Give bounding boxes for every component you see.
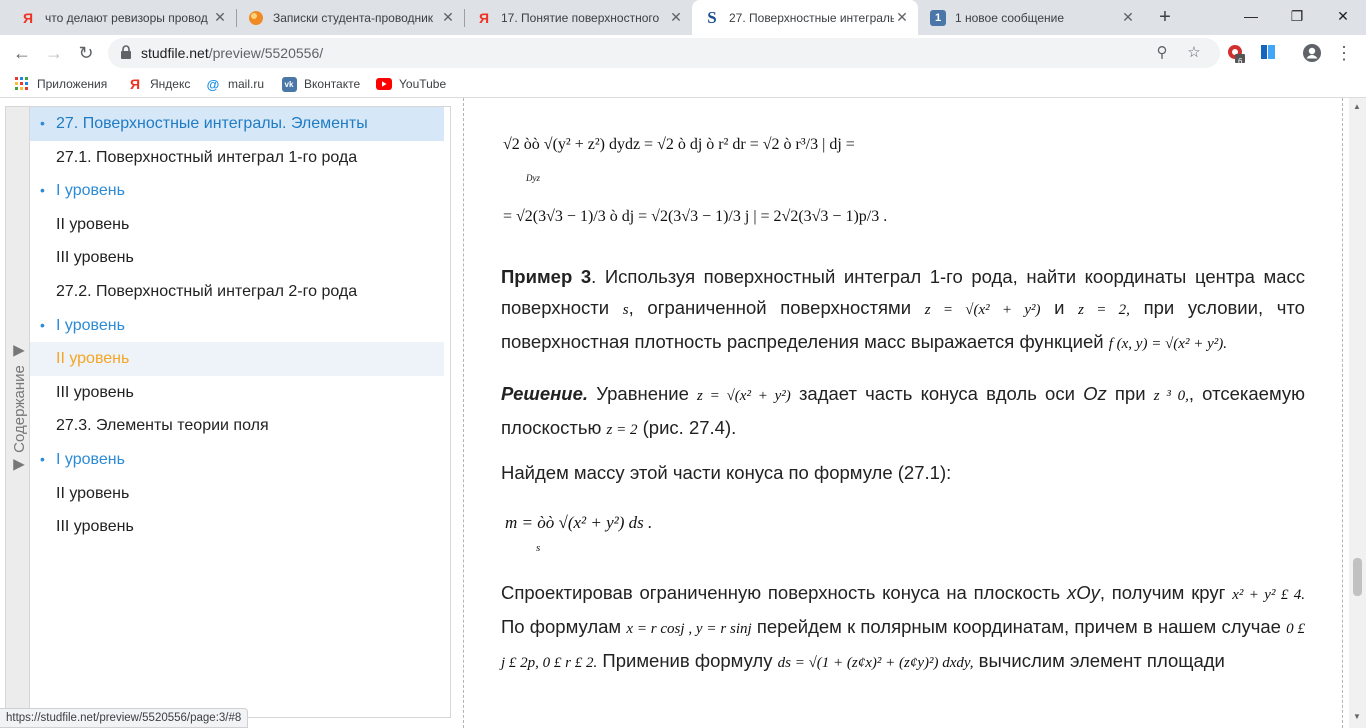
- page-scrollbar[interactable]: ▲ ▼: [1349, 98, 1366, 728]
- lock-icon: [120, 45, 132, 59]
- toc-item-label: I уровень: [56, 450, 125, 468]
- tab-1[interactable]: Я что делают ревизоры провод ✕: [8, 0, 236, 35]
- close-icon[interactable]: ✕: [894, 9, 910, 26]
- tab-5[interactable]: 1 1 новое сообщение ✕: [918, 0, 1144, 35]
- projection-paragraph: Спроектировав ограниченную поверхность к…: [501, 582, 1306, 671]
- vk-icon: vk: [281, 76, 297, 92]
- bullet-icon: •: [40, 450, 45, 467]
- zoom-icon[interactable]: ⚲: [1152, 43, 1172, 63]
- toc-item-label: 27. Поверхностные интегралы. Элементы: [56, 115, 368, 132]
- toc-item-label: III уровень: [56, 518, 134, 536]
- yandex-icon: Я: [129, 76, 141, 92]
- page-viewport: ◀ Содержание ◀ • 27. Поверхностные интегр…: [0, 98, 1366, 728]
- reload-button[interactable]: ↻: [72, 39, 100, 67]
- toc-item[interactable]: II уровень: [30, 477, 444, 511]
- example-paragraph: Пример 3. Используя поверхностный интегр…: [501, 266, 1305, 352]
- toc-item[interactable]: • I уровень: [30, 309, 444, 343]
- url-text: studfile.net/preview/5520556/: [141, 45, 324, 61]
- close-icon[interactable]: ✕: [440, 9, 456, 26]
- toc-item[interactable]: 27.2. Поверхностный интеграл 2-го рода: [30, 275, 444, 309]
- mailru-icon: @: [206, 76, 220, 92]
- toc-item[interactable]: • I уровень: [30, 443, 444, 477]
- equation-line-2: = √2(3√3 − 1)/3 ò dj = √2(3√3 − 1)/3 j |…: [503, 208, 888, 225]
- message-badge-icon: 1: [930, 9, 946, 26]
- toc-item-label: 27.3. Элементы теории поля: [56, 417, 269, 435]
- toc-item[interactable]: III уровень: [30, 241, 444, 275]
- mass-equation-subscript: s: [536, 542, 541, 554]
- toc-list: • 27. Поверхностные интегралы. Элементы 27…: [30, 107, 444, 544]
- bookmark-youtube[interactable]: YouTube: [376, 76, 446, 92]
- toc-item[interactable]: • 27. Поверхностные интегралы. Элементы: [30, 107, 444, 141]
- toc-item[interactable]: • I уровень: [30, 174, 444, 208]
- mass-formula-intro: Найдем массу этой части конуса по формул…: [501, 462, 952, 483]
- bullet-icon: •: [40, 115, 45, 131]
- toc-item[interactable]: II уровень: [30, 342, 444, 376]
- toc-item[interactable]: 27.1. Поверхностный интеграл 1-го рода: [30, 141, 444, 175]
- bookmarks-bar: Приложения Я Яндекс @ mail.ru vk Вконтак…: [0, 71, 1366, 98]
- toc-item[interactable]: III уровень: [30, 376, 444, 410]
- toc-item[interactable]: 27.3. Элементы теории поля: [30, 409, 444, 443]
- toc-item-label: III уровень: [56, 249, 134, 267]
- scrollbar-thumb[interactable]: [1353, 558, 1362, 596]
- yandex-icon: Я: [478, 9, 490, 26]
- new-tab-button[interactable]: +: [1152, 5, 1178, 31]
- toc-item-label: II уровень: [56, 350, 130, 368]
- toc-sidebar: ◀ Содержание ◀ • 27. Поверхностные интегр…: [5, 106, 451, 718]
- studfile-icon: S: [707, 7, 717, 27]
- toc-item-label: II уровень: [56, 484, 130, 502]
- toc-toggle-handle[interactable]: ◀ Содержание ◀: [6, 107, 30, 717]
- toc-item-label: 27.1. Поверхностный интеграл 1-го рода: [56, 148, 358, 166]
- close-icon[interactable]: ✕: [668, 9, 684, 26]
- minimize-button[interactable]: —: [1228, 0, 1274, 32]
- scroll-up-arrow-icon[interactable]: ▲: [1353, 102, 1361, 111]
- address-bar[interactable]: studfile.net/preview/5520556/ ⚲ ☆: [108, 38, 1220, 68]
- bookmark-yandex[interactable]: Я Яндекс: [127, 76, 190, 92]
- status-bar-url: https://studfile.net/preview/5520556/pag…: [0, 708, 249, 728]
- tab-2[interactable]: Записки студента-проводник ✕: [236, 0, 464, 35]
- profile-avatar-icon[interactable]: [1302, 43, 1322, 63]
- bookmark-star-icon[interactable]: ☆: [1184, 43, 1204, 63]
- close-icon[interactable]: ✕: [1120, 9, 1136, 26]
- close-icon[interactable]: ✕: [212, 9, 228, 26]
- toc-item[interactable]: II уровень: [30, 208, 444, 242]
- restore-button[interactable]: ❐: [1274, 0, 1320, 32]
- solution-paragraph: Решение. Уравнение z = √(x² + y²) задает…: [501, 383, 1306, 438]
- scroll-down-arrow-icon[interactable]: ▼: [1353, 712, 1361, 721]
- toc-item[interactable]: III уровень: [30, 510, 444, 544]
- toc-item-label: III уровень: [56, 383, 134, 401]
- toc-item-label: I уровень: [56, 182, 125, 200]
- bookmark-apps[interactable]: Приложения: [14, 76, 107, 92]
- tab-3[interactable]: Я 17. Понятие поверхностного ✕: [464, 0, 692, 35]
- toc-item-label: 27.2. Поверхностный интеграл 2-го рода: [56, 282, 358, 300]
- bullet-icon: •: [40, 182, 45, 199]
- bookmark-mailru[interactable]: @ mail.ru: [205, 76, 264, 92]
- bookmark-vk[interactable]: vk Вконтакте: [281, 76, 360, 92]
- book-extension-icon[interactable]: [1258, 43, 1278, 63]
- toc-item-label: I уровень: [56, 316, 125, 334]
- back-button[interactable]: ←: [8, 39, 36, 67]
- apps-grid-icon: [14, 76, 30, 92]
- equation-subscript: Dyz: [526, 173, 540, 183]
- browser-toolbar: ← → ↻ studfile.net/preview/5520556/ ⚲ ☆ …: [0, 35, 1366, 71]
- tab-strip: Я что делают ревизоры провод ✕ Записки с…: [0, 0, 1366, 35]
- mass-equation: m = òò √(x² + y²) ds .: [505, 513, 653, 532]
- tab-4-active[interactable]: S 27. Поверхностные интеграль ✕: [692, 0, 918, 35]
- equation-line-1: √2 òò √(y² + z²) dydz = √2 ò dj ò r² dr …: [503, 136, 855, 153]
- yandex-icon: Я: [22, 9, 34, 26]
- menu-icon[interactable]: ⋮: [1334, 43, 1354, 63]
- close-window-button[interactable]: ✕: [1320, 0, 1366, 32]
- toc-item-label: II уровень: [56, 215, 130, 233]
- orange-circle-icon: [248, 10, 264, 26]
- bullet-icon: •: [40, 316, 45, 333]
- forward-button[interactable]: →: [40, 39, 68, 67]
- extension-icon[interactable]: 6: [1226, 43, 1246, 66]
- youtube-icon: [376, 76, 392, 92]
